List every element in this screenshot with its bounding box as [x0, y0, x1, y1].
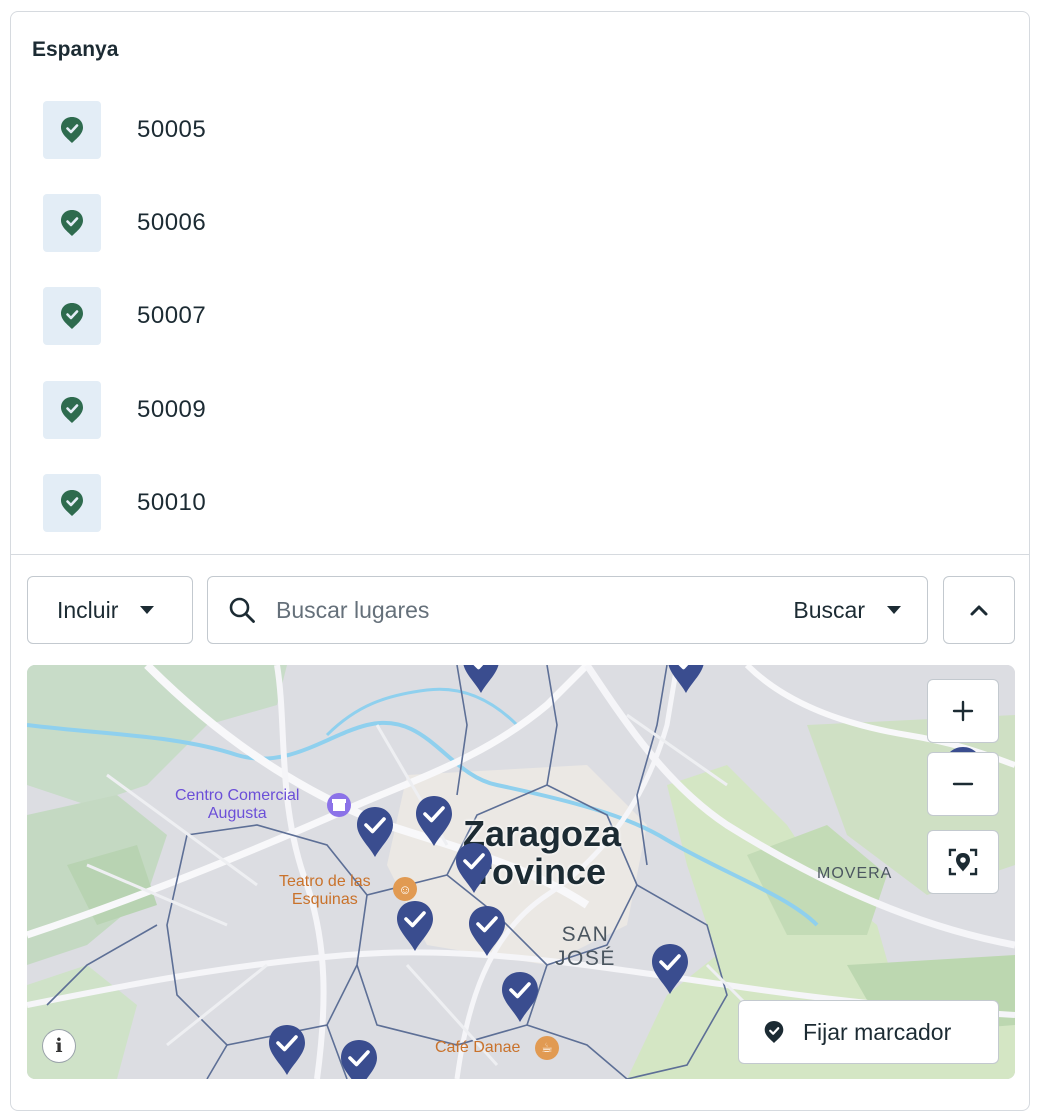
- info-icon[interactable]: i: [43, 1030, 75, 1062]
- theatre-icon: ☺: [393, 877, 417, 901]
- search-type-label: Buscar: [793, 596, 865, 623]
- list-item[interactable]: 50007: [43, 287, 206, 345]
- map-pin-icon[interactable]: [500, 970, 540, 1024]
- map-pin-icon[interactable]: [339, 1038, 379, 1079]
- map-pin-icon[interactable]: [267, 1023, 307, 1077]
- country-heading: Espanya: [32, 38, 119, 61]
- location-label: 50009: [137, 396, 207, 423]
- search-type-dropdown[interactable]: Buscar: [793, 597, 901, 624]
- location-pin-icon: [43, 381, 101, 439]
- fijar-marcador-button[interactable]: Fijar marcador: [738, 1000, 999, 1064]
- location-pin-icon: [43, 287, 101, 345]
- locate-pin-icon: [948, 848, 978, 876]
- map-pin-icon[interactable]: [461, 665, 501, 695]
- pin-icon: [764, 1021, 784, 1043]
- zoom-out-button[interactable]: [927, 752, 999, 816]
- zoom-in-button[interactable]: [927, 679, 999, 743]
- location-pin-icon: [43, 194, 101, 252]
- location-panel: Espanya 50005 50006 50007 50009 50010 In…: [10, 11, 1030, 1111]
- fijar-label: Fijar marcador: [803, 1018, 952, 1045]
- list-item[interactable]: 50009: [43, 381, 206, 439]
- map-pin-icon[interactable]: [414, 794, 454, 848]
- location-label: 50007: [137, 302, 207, 329]
- map-pin-icon[interactable]: [666, 665, 706, 695]
- include-dropdown[interactable]: Incluir: [27, 576, 193, 644]
- poi-mall-label: Centro Comercial Augusta: [175, 787, 300, 822]
- list-item[interactable]: 50006: [43, 194, 206, 252]
- map-pin-icon[interactable]: [650, 942, 690, 996]
- caret-down-icon: [140, 606, 155, 614]
- location-label: 50006: [137, 209, 207, 236]
- search-icon: [229, 597, 255, 623]
- plus-icon: [952, 700, 974, 722]
- list-item[interactable]: 50010: [43, 474, 206, 532]
- map-pin-icon[interactable]: [395, 899, 435, 953]
- include-label: Incluir: [57, 596, 119, 623]
- district-label: SAN JOSÉ: [555, 923, 616, 970]
- list-item[interactable]: 50005: [43, 101, 206, 159]
- map-pin-icon[interactable]: [355, 805, 395, 859]
- cafe-icon: ☕: [535, 1036, 559, 1060]
- poi-cafe-label: Café Danae: [435, 1039, 521, 1056]
- location-pin-icon: [43, 101, 101, 159]
- map[interactable]: Centro Comercial Augusta Teatro de las E…: [27, 665, 1015, 1079]
- divider: [11, 554, 1029, 555]
- minus-icon: [952, 782, 974, 786]
- location-label: 50005: [137, 116, 207, 143]
- map-pin-icon[interactable]: [454, 841, 494, 895]
- area-label: MOVERA: [817, 865, 893, 882]
- location-label: 50010: [137, 489, 207, 516]
- locate-button[interactable]: [927, 830, 999, 894]
- search-input[interactable]: [274, 595, 758, 625]
- poi-theatre-label: Teatro de las Esquinas: [279, 873, 371, 908]
- location-pin-icon: [43, 474, 101, 532]
- search-box[interactable]: Buscar: [207, 576, 928, 644]
- map-pin-icon[interactable]: [467, 904, 507, 958]
- caret-down-icon: [887, 606, 901, 614]
- chevron-up-icon: [970, 605, 988, 616]
- collapse-button[interactable]: [943, 576, 1015, 644]
- shop-icon: [327, 793, 351, 817]
